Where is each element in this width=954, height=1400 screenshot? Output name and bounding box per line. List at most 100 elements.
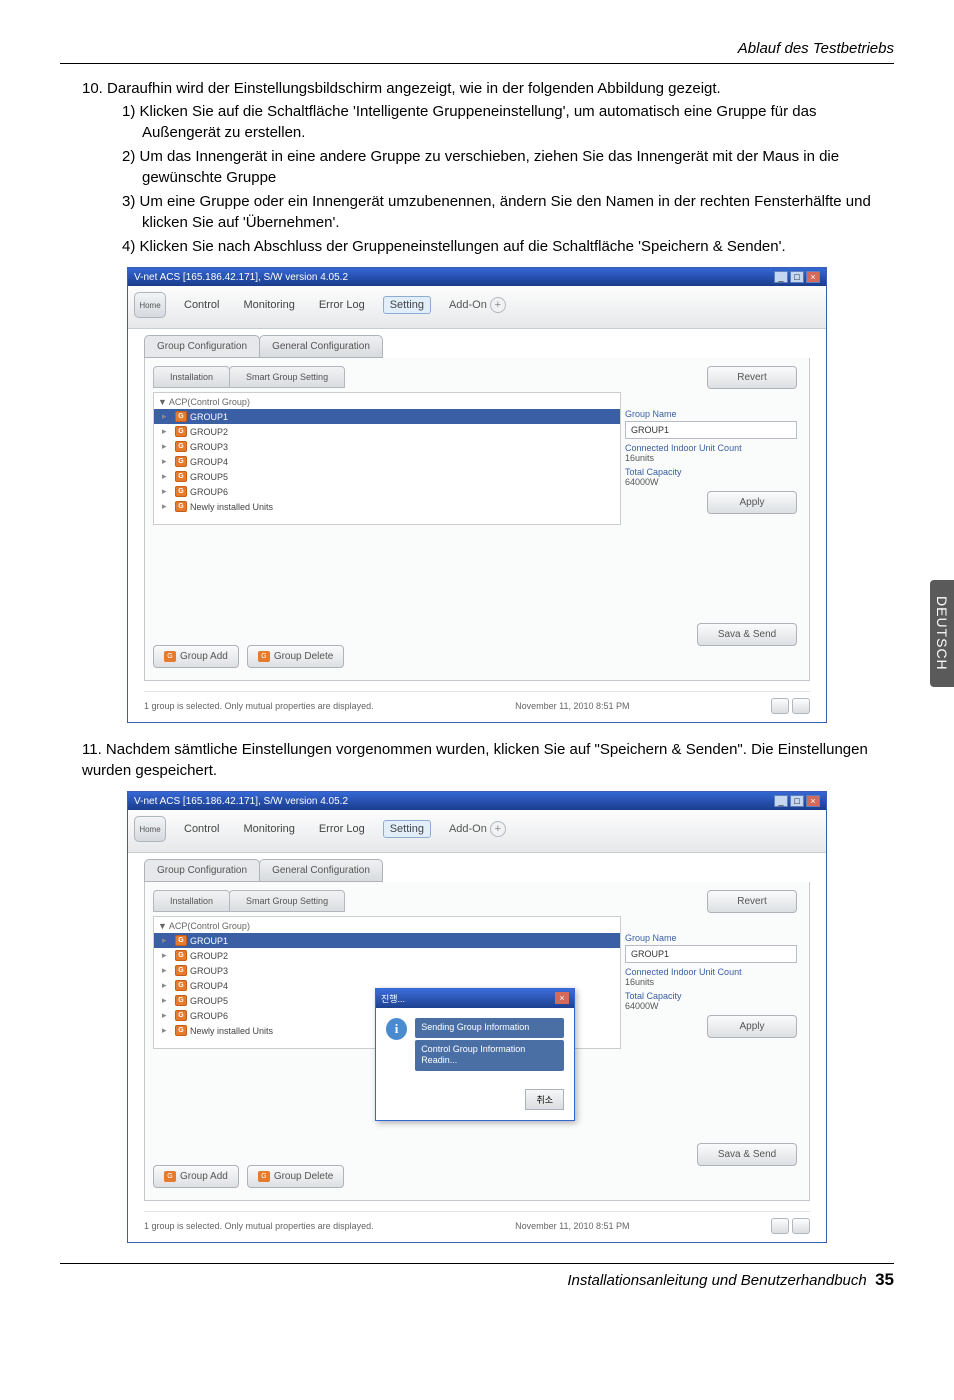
group-icon: G [164,1171,176,1182]
info-icon: i [386,1018,407,1040]
group-name-input[interactable]: GROUP1 [625,421,797,439]
apply-button[interactable]: Apply [707,491,797,514]
nav-setting[interactable]: Setting [383,820,431,838]
screenshot-1: V-net ACS [165.186.42.171], S/W version … [127,267,827,723]
dialog-title: 진행... [381,992,405,1005]
close-icon[interactable]: × [806,271,820,283]
save-send-button[interactable]: Sava & Send [697,623,797,646]
home-button[interactable]: Home [134,816,166,842]
connected-count-value: 16units [625,977,797,987]
tree-root[interactable]: ▼ ACP(Control Group) [154,393,620,409]
nav-addon[interactable]: Add-On + [449,821,506,837]
group-delete-button[interactable]: GGroup Delete [247,1165,344,1188]
nav-control[interactable]: Control [178,821,225,837]
tab-general-config[interactable]: General Configuration [259,335,383,358]
group-name-input[interactable]: GROUP1 [625,945,797,963]
tree-group2[interactable]: ▸GGROUP2 [154,424,620,439]
tab-installation[interactable]: Installation [153,366,230,388]
minimize-icon[interactable]: _ [774,271,788,283]
plus-icon: + [490,297,506,313]
group-name-label: Group Name [625,409,797,419]
group-icon: G [175,456,187,467]
connected-count-label: Connected Indoor Unit Count [625,443,797,453]
group-icon: G [175,426,187,437]
group-icon: G [258,651,270,662]
tree-root[interactable]: ▼ ACP(Control Group) [154,917,620,933]
tree-group3[interactable]: ▸GGROUP3 [154,439,620,454]
status-message: 1 group is selected. Only mutual propert… [144,1221,374,1231]
group-icon: G [175,980,187,991]
group-icon: G [175,501,187,512]
page-footer: Installationsanleitung und Benutzerhandb… [60,1263,894,1290]
status-icon-2[interactable] [792,698,810,714]
home-button[interactable]: Home [134,292,166,318]
status-icon-1[interactable] [771,1218,789,1234]
progress-dialog: 진행... × i Sending Group Information Cont… [375,988,575,1121]
window-title: V-net ACS [165.186.42.171], S/W version … [134,272,348,283]
screenshot-2: V-net ACS [165.186.42.171], S/W version … [127,791,827,1243]
tree-group3[interactable]: ▸GGROUP3 [154,963,620,978]
group-icon: G [175,1010,187,1021]
minimize-icon[interactable]: _ [774,795,788,807]
tree-group4[interactable]: ▸GGROUP4 [154,454,620,469]
group-icon: G [258,1171,270,1182]
group-add-button[interactable]: GGroup Add [153,1165,239,1188]
dialog-cancel-button[interactable]: 취소 [525,1089,564,1110]
tab-smart-group[interactable]: Smart Group Setting [229,890,345,912]
step-10-2: 2) Um das Innengerät in eine andere Grup… [122,146,894,188]
revert-button[interactable]: Revert [707,366,797,389]
group-icon: G [175,411,187,422]
tab-general-config[interactable]: General Configuration [259,859,383,882]
page-number: 35 [875,1270,894,1289]
maximize-icon[interactable]: □ [790,271,804,283]
revert-button[interactable]: Revert [707,890,797,913]
nav-errorlog[interactable]: Error Log [313,297,371,313]
close-icon[interactable]: × [806,795,820,807]
group-name-label: Group Name [625,933,797,943]
connected-count-value: 16units [625,453,797,463]
status-icon-2[interactable] [792,1218,810,1234]
tab-installation[interactable]: Installation [153,890,230,912]
tab-smart-group[interactable]: Smart Group Setting [229,366,345,388]
nav-setting[interactable]: Setting [383,296,431,314]
nav-addon[interactable]: Add-On + [449,297,506,313]
status-time: November 11, 2010 8:51 PM [515,701,629,711]
nav-errorlog[interactable]: Error Log [313,821,371,837]
step-10-text: 10. Daraufhin wird der Einstellungsbilds… [82,78,894,99]
tab-group-config[interactable]: Group Configuration [144,335,260,358]
group-icon: G [175,965,187,976]
tree-panel[interactable]: ▼ ACP(Control Group) ▸GGROUP1 ▸GGROUP2 ▸… [153,392,621,525]
tab-group-config[interactable]: Group Configuration [144,859,260,882]
tree-newly-installed[interactable]: ▸GNewly installed Units [154,499,620,514]
group-icon: G [175,950,187,961]
connected-count-label: Connected Indoor Unit Count [625,967,797,977]
total-capacity-label: Total Capacity [625,991,797,1001]
save-send-button[interactable]: Sava & Send [697,1143,797,1166]
tree-group6[interactable]: ▸GGROUP6 [154,484,620,499]
group-delete-button[interactable]: GGroup Delete [247,645,344,668]
window2-title-bar: V-net ACS [165.186.42.171], S/W version … [128,792,826,810]
step-10-4: 4) Klicken Sie nach Abschluss der Gruppe… [122,236,894,257]
step-11-text: 11. Nachdem sämtliche Einstellungen vorg… [82,739,894,781]
group-icon: G [175,486,187,497]
dialog-close-icon[interactable]: × [555,992,569,1004]
nav-monitoring[interactable]: Monitoring [237,297,300,313]
group-icon: G [164,651,176,662]
dialog-line2: Control Group Information Readin... [415,1040,564,1071]
group-icon: G [175,935,187,946]
language-tab: DEUTSCH [930,580,954,687]
nav-monitoring[interactable]: Monitoring [237,821,300,837]
step-10-3: 3) Um eine Gruppe oder ein Innengerät um… [122,191,894,233]
section-header: Ablauf des Testbetriebs [60,40,894,64]
group-icon: G [175,441,187,452]
tree-group2[interactable]: ▸GGROUP2 [154,948,620,963]
apply-button[interactable]: Apply [707,1015,797,1038]
status-icon-1[interactable] [771,698,789,714]
dialog-line1: Sending Group Information [415,1018,564,1038]
group-add-button[interactable]: GGroup Add [153,645,239,668]
tree-group5[interactable]: ▸GGROUP5 [154,469,620,484]
nav-control[interactable]: Control [178,297,225,313]
tree-group1[interactable]: ▸GGROUP1 [154,933,620,948]
maximize-icon[interactable]: □ [790,795,804,807]
tree-group1[interactable]: ▸GGROUP1 [154,409,620,424]
